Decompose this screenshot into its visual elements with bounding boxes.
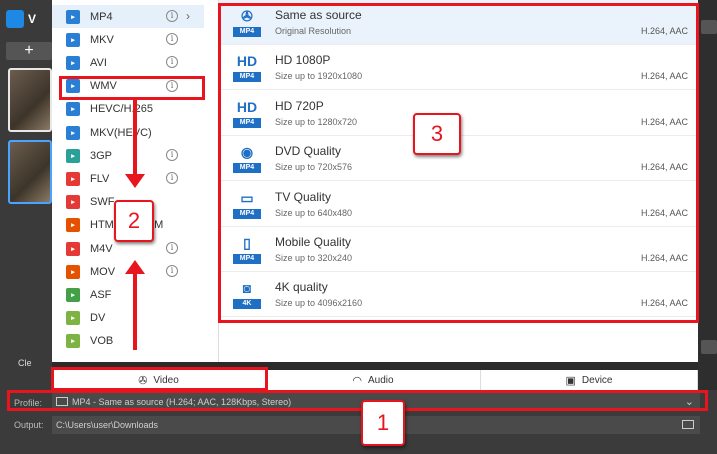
- format-label: MP4: [90, 10, 113, 23]
- info-icon[interactable]: i: [166, 10, 178, 22]
- output-value: C:\Users\user\Downloads: [56, 420, 159, 430]
- avi-icon: ▸: [66, 55, 80, 70]
- format-item-asf[interactable]: ▸ ASF: [52, 283, 204, 306]
- format-label: VOB: [90, 335, 114, 348]
- format-label: 3GP: [90, 149, 113, 162]
- m4v-icon: ▸: [66, 241, 80, 256]
- clear-label[interactable]: Cle: [0, 358, 52, 372]
- annotation-badge-1: 1: [361, 400, 405, 446]
- info-icon[interactable]: i: [166, 149, 178, 162]
- format-item-mp4[interactable]: ▸ MP4 i ›: [52, 5, 204, 28]
- info-icon[interactable]: i: [166, 56, 178, 69]
- format-item-hevc-h-265[interactable]: ▸ HEVC/H.265: [52, 98, 204, 121]
- video-thumbnail-selected[interactable]: [8, 140, 52, 204]
- tab-device[interactable]: ▣ Device: [481, 370, 698, 390]
- video-thumbnail[interactable]: [8, 68, 52, 132]
- device-icon: ▣: [565, 374, 576, 387]
- app-logo-icon: [6, 10, 24, 28]
- annotation-badge-3: 3: [413, 113, 461, 155]
- format-label: ASF: [90, 288, 112, 301]
- format-label: HEVC/H.265: [90, 103, 153, 116]
- chevron-right-icon[interactable]: ›: [186, 9, 190, 23]
- headphones-icon: ◠: [352, 374, 363, 387]
- format-item-mkv-hevc-[interactable]: ▸ MKV(HEVC): [52, 121, 204, 144]
- right-edge-button[interactable]: [701, 340, 717, 354]
- format-label: MKV: [90, 33, 114, 46]
- folder-icon[interactable]: [682, 420, 694, 429]
- app-sidebar: V + Cle: [0, 0, 52, 390]
- hevc-icon: ▸: [66, 102, 80, 117]
- html5-icon: ▸: [66, 218, 80, 233]
- 3gp-icon: ▸: [66, 148, 80, 163]
- format-item-3gp[interactable]: ▸ 3GP i: [52, 144, 204, 167]
- mov-icon: ▸: [66, 264, 80, 279]
- swf-icon: ▸: [66, 195, 80, 210]
- annotation-box-quality: [218, 3, 699, 323]
- format-label: AVI: [90, 56, 107, 69]
- right-edge-button[interactable]: [701, 20, 717, 34]
- annotation-arrowhead-down: [125, 174, 145, 188]
- annotation-arrow-down: [133, 100, 137, 176]
- format-item-mkv[interactable]: ▸ MKV i: [52, 28, 204, 51]
- annotation-arrow-up: [133, 274, 137, 350]
- annotation-box-profile: [7, 390, 708, 411]
- tab-label: Device: [581, 374, 613, 386]
- annotation-box-video-tab: [51, 367, 268, 391]
- annotation-box-wmv: [59, 76, 205, 100]
- tab-audio[interactable]: ◠ Audio: [266, 370, 481, 390]
- info-icon[interactable]: i: [166, 265, 178, 278]
- flv-icon: ▸: [66, 171, 80, 186]
- vob-icon: ▸: [66, 334, 80, 349]
- format-label: DV: [90, 312, 106, 325]
- format-label: FLV: [90, 172, 110, 185]
- asf-icon: ▸: [66, 287, 80, 302]
- format-label: SWF: [90, 196, 115, 209]
- tab-label: Audio: [368, 374, 394, 386]
- mkv-icon: ▸: [66, 32, 80, 47]
- annotation-arrowhead-up: [125, 260, 145, 274]
- format-label: MOV: [90, 265, 116, 278]
- right-panel-edge: [698, 0, 717, 390]
- format-item-avi[interactable]: ▸ AVI i: [52, 51, 204, 74]
- info-icon[interactable]: i: [166, 242, 178, 254]
- dv-icon: ▸: [66, 311, 80, 326]
- info-icon[interactable]: i: [166, 172, 178, 185]
- app-logo-text: V: [28, 12, 37, 26]
- video-file-icon: ▸: [66, 9, 80, 24]
- format-label: MKV(HEVC): [90, 126, 152, 139]
- mkv-hevc-icon: ▸: [66, 125, 80, 140]
- format-item-dv[interactable]: ▸ DV: [52, 307, 204, 330]
- info-icon[interactable]: i: [166, 33, 178, 46]
- add-file-button[interactable]: +: [6, 42, 52, 60]
- format-label: M4V: [90, 242, 113, 255]
- annotation-badge-2: 2: [114, 200, 154, 242]
- output-label: Output:: [14, 420, 44, 430]
- format-item-vob[interactable]: ▸ VOB: [52, 330, 204, 353]
